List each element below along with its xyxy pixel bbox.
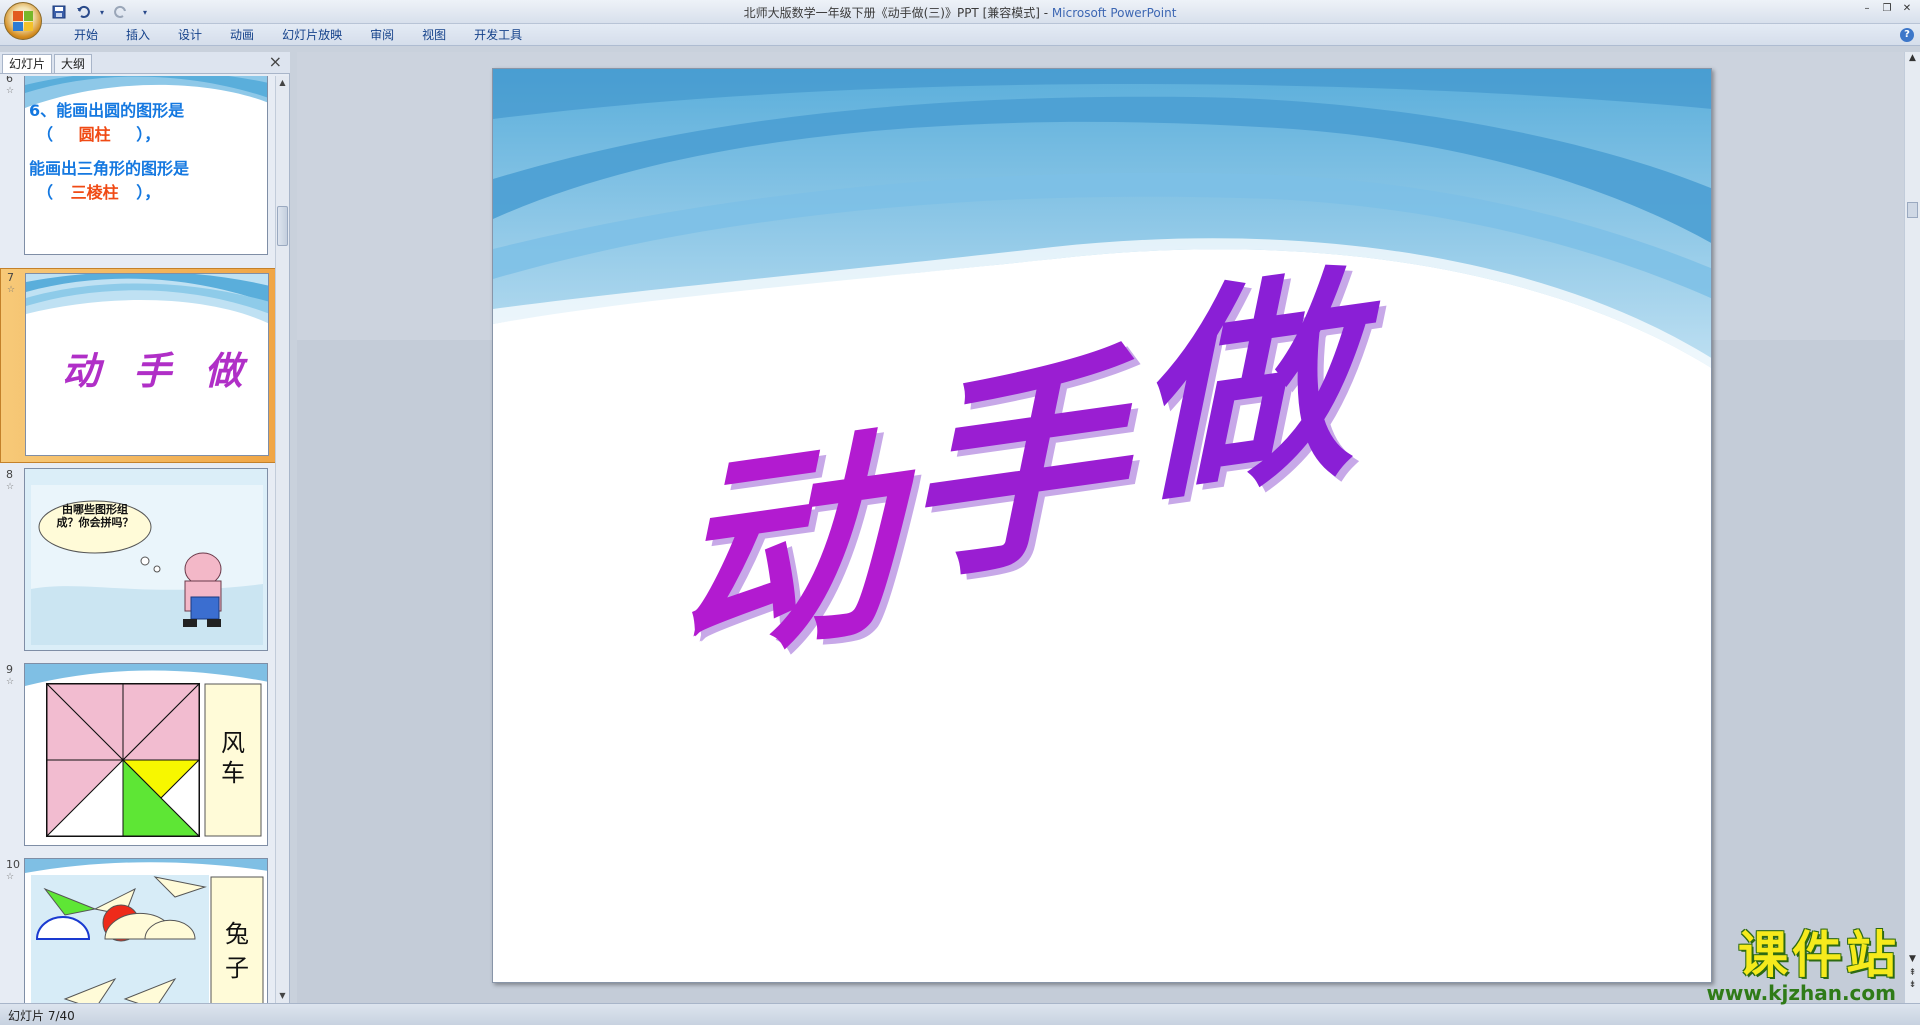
slide6-paren-open-1: （ (37, 125, 54, 144)
animation-star-icon: ☆ (7, 285, 16, 295)
slide-thumbnail-6[interactable]: 6 ☆ 6、能画出圆的图形是 （ 圆柱 ）， 能画出三角形的图形是 （ 三棱柱 … (0, 76, 276, 260)
slide-preview: 由哪些图形组成？你会拼吗？ (24, 468, 268, 651)
slide-thumbnail-9[interactable]: 9 ☆ 风车 (0, 661, 276, 851)
slide-thumbnail-10[interactable]: 10 ☆ 兔子 (0, 856, 276, 1003)
previous-slide-icon[interactable]: ⇞ (1905, 967, 1920, 979)
status-bar: 幻灯片 7/40 (0, 1003, 1920, 1025)
slide-editor: 动 手 做 (297, 52, 1904, 1003)
tab-slides[interactable]: 幻灯片 (2, 54, 53, 73)
scroll-up-icon[interactable]: ▲ (276, 76, 289, 90)
title-bar: ▾ ▾ 北师大版数学一年级下册《动手做(三)》PPT [兼容模式] - Micr… (0, 0, 1920, 24)
restore-icon[interactable]: ❐ (1878, 2, 1896, 16)
slide-preview: 动 手 做 (25, 273, 269, 456)
editor-scrollbar[interactable]: ▲ ▼ ⇞ ⇟ (1904, 52, 1920, 1003)
slide9-label: 风车 (221, 729, 245, 787)
title-char-1: 动 (669, 403, 897, 694)
slide-thumbnail-8[interactable]: 8 ☆ 由哪些图形组成？你会拼吗？ (0, 466, 276, 656)
slide6-paren-close-1: ）， (136, 125, 161, 144)
current-slide[interactable]: 动 手 做 (492, 68, 1712, 983)
tab-review[interactable]: 审阅 (356, 27, 408, 43)
thumbnail-scrollbar[interactable]: ▲ ▼ (275, 76, 289, 1003)
close-icon[interactable]: ✕ (1898, 2, 1916, 16)
slide7-thumb-title: 动 手 做 (62, 348, 253, 393)
animation-star-icon: ☆ (6, 677, 15, 687)
ribbon: 开始 插入 设计 动画 幻灯片放映 审阅 视图 开发工具 ? (0, 24, 1920, 46)
site-watermark: 课件站 www.kjzhan.com (1660, 927, 1900, 1007)
scroll-thumb[interactable] (277, 206, 288, 246)
tab-design[interactable]: 设计 (164, 27, 216, 43)
title-char-3: 做 (1129, 243, 1357, 534)
watermark-url: www.kjzhan.com (1706, 981, 1896, 1005)
slides-panel: 幻灯片 大纲 × 6 ☆ 6、能画出圆的图形是 （ 圆柱 ）， 能画出三角形的图… (0, 52, 290, 1003)
slide-thumbnail-7[interactable]: 7 ☆ 动 手 做 (0, 268, 276, 463)
scroll-thumb[interactable] (1907, 202, 1918, 218)
slide6-question-2: 能画出三角形的图形是 (29, 159, 190, 178)
app-name: Microsoft PowerPoint (1051, 6, 1177, 20)
tab-animations[interactable]: 动画 (216, 27, 268, 43)
window-title: 北师大版数学一年级下册《动手做(三)》PPT [兼容模式] - Microsof… (0, 4, 1920, 21)
slide6-answer-1: 圆柱 (78, 125, 111, 144)
slide-counter: 幻灯片 7/40 (8, 1009, 75, 1023)
scroll-up-icon[interactable]: ▲ (1905, 52, 1920, 64)
animation-star-icon: ☆ (6, 482, 15, 492)
slide-preview: 风车 (24, 663, 268, 846)
slide-number: 6 (6, 76, 13, 85)
scroll-down-icon[interactable]: ▼ (276, 989, 289, 1003)
scroll-down-icon[interactable]: ▼ (1905, 953, 1920, 965)
slide6-answer-2: 三棱柱 (70, 183, 119, 202)
tab-developer[interactable]: 开发工具 (460, 27, 536, 43)
slide-preview: 兔子 (24, 858, 268, 1003)
next-slide-icon[interactable]: ⇟ (1905, 979, 1920, 991)
slide-preview: 6、能画出圆的图形是 （ 圆柱 ）， 能画出三角形的图形是 （ 三棱柱 ）， (24, 76, 268, 255)
slide6-paren-close-2: ）， (136, 183, 161, 202)
tab-slideshow[interactable]: 幻灯片放映 (268, 27, 356, 43)
slide6-paren-open-2: （ (37, 183, 54, 202)
watermark-title: 课件站 (1738, 926, 1900, 984)
tab-outline[interactable]: 大纲 (54, 54, 93, 73)
title-char-2: 手 (899, 323, 1127, 614)
panel-tabs: 幻灯片 大纲 × (0, 52, 290, 74)
ribbon-tabs: 开始 插入 设计 动画 幻灯片放映 审阅 视图 开发工具 (60, 27, 536, 43)
slide-number: 9 (6, 663, 13, 676)
slide6-question-1: 6、能画出圆的图形是 (29, 101, 185, 120)
office-button[interactable] (4, 2, 42, 40)
document-title: 北师大版数学一年级下册《动手做(三)》PPT [兼容模式] - (743, 6, 1052, 20)
tab-home[interactable]: 开始 (60, 27, 112, 43)
slide-number: 10 (6, 858, 20, 871)
tab-insert[interactable]: 插入 (112, 27, 164, 43)
slide-number: 8 (6, 468, 13, 481)
tab-view[interactable]: 视图 (408, 27, 460, 43)
slide-number: 7 (7, 271, 14, 284)
slide10-label: 兔子 (225, 920, 249, 982)
animation-star-icon: ☆ (6, 86, 15, 96)
slide-thumbnails: 6 ☆ 6、能画出圆的图形是 （ 圆柱 ）， 能画出三角形的图形是 （ 三棱柱 … (0, 76, 276, 1003)
help-icon[interactable]: ? (1900, 28, 1914, 42)
panel-close-icon[interactable]: × (269, 54, 282, 70)
slide-title: 动 手 做 (669, 243, 1373, 729)
office-logo-icon (13, 11, 33, 31)
animation-star-icon: ☆ (6, 872, 15, 882)
minimize-icon[interactable]: – (1858, 2, 1876, 16)
slide8-speech-bubble: 由哪些图形组成？你会拼吗？ (56, 503, 134, 529)
window-controls: – ❐ ✕ (1858, 2, 1916, 16)
